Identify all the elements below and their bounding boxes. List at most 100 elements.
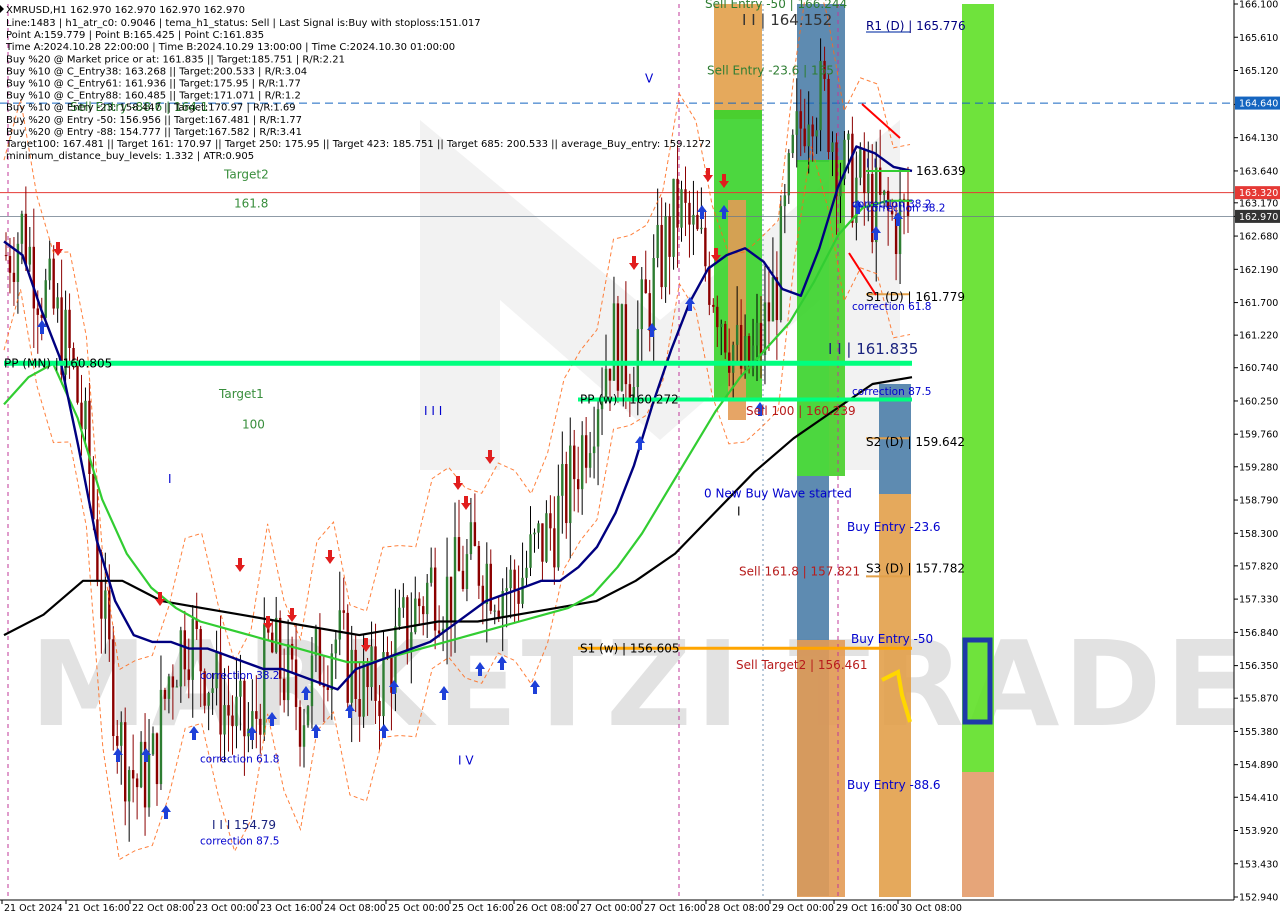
candle-body — [24, 213, 28, 265]
time-tick-label: 26 Oct 08:00 — [516, 903, 578, 914]
time-tick-label: 24 Oct 08:00 — [324, 903, 386, 914]
price-tick-label: 157.820 — [1239, 561, 1278, 572]
candle-body — [346, 612, 349, 703]
candle-body — [787, 153, 791, 196]
candle-body — [120, 722, 123, 746]
candle-body — [588, 453, 592, 468]
candle-body — [362, 663, 365, 717]
candle-body — [402, 597, 405, 608]
info-line-6: Buy %10 @ C_Entry88: 160.485 || Target:1… — [6, 91, 301, 102]
candle-body — [44, 280, 47, 318]
candle-body — [525, 567, 528, 578]
price-tick-label: 162.680 — [1239, 232, 1278, 243]
price-tick-label: 159.280 — [1239, 462, 1278, 473]
price-tick-label: 158.790 — [1239, 496, 1278, 507]
candle-body — [370, 646, 373, 688]
candle-body — [183, 630, 187, 670]
candle-body — [96, 519, 99, 581]
annotation-label: correction 87.5 — [852, 386, 931, 398]
candle-body — [549, 513, 552, 529]
candle-body — [573, 445, 576, 480]
chart-background — [0, 0, 1280, 920]
candle-body — [692, 214, 695, 225]
candle-body — [505, 588, 508, 592]
price-tick-label: 163.170 — [1239, 198, 1278, 209]
price-tick-label: 158.300 — [1239, 529, 1278, 540]
candle-body — [112, 639, 115, 737]
price-tick-label: 159.760 — [1239, 430, 1278, 441]
candle-body — [406, 597, 409, 651]
candle-body — [139, 741, 143, 788]
candle-body — [422, 606, 425, 615]
annotation-label: Sell Entry -50 | 166.244 — [705, 0, 847, 11]
price-tag-label: 163.320 — [1239, 188, 1278, 199]
candle-body — [696, 214, 699, 230]
time-tick-label: 25 Oct 16:00 — [452, 903, 514, 914]
candle-body — [640, 279, 643, 330]
info-line-3: Buy %20 @ Market price or at: 161.835 ||… — [6, 54, 345, 65]
x-zone-orange-5 — [962, 772, 994, 897]
price-tick-label: 153.920 — [1239, 826, 1278, 837]
symbol-header: XMRUSD,H1 162.970 162.970 162.970 162.97… — [6, 5, 245, 16]
time-tick-label: 30 Oct 08:00 — [900, 903, 962, 914]
time-tick-label: 21 Oct 16:00 — [68, 903, 130, 914]
candle-body — [724, 323, 727, 353]
candle-body — [716, 306, 719, 328]
price-tick-label: 156.350 — [1239, 661, 1278, 672]
annotation-label: I V — [458, 754, 474, 768]
price-tick-label: 153.430 — [1239, 859, 1278, 870]
price-tick-label: 154.410 — [1239, 793, 1278, 804]
candle-body — [859, 149, 862, 178]
candle-body — [282, 678, 286, 701]
candle-body — [116, 736, 119, 746]
price-tick-label: 152.940 — [1239, 893, 1278, 904]
candle-body — [791, 134, 794, 154]
candle-body — [338, 610, 341, 640]
candle-body — [20, 213, 24, 244]
chart-canvas[interactable]: MARKETZI TRADE R1 (D) | 165.776163.639S1… — [0, 0, 1280, 920]
candle-body — [251, 711, 254, 729]
price-tick-label: 155.870 — [1239, 694, 1278, 705]
candle-body — [239, 680, 242, 697]
annotation-label: Target1 — [218, 387, 264, 401]
candle-body — [398, 607, 401, 627]
candle-body — [100, 580, 103, 619]
time-tick-label: 21 Oct 2024 — [4, 903, 63, 914]
annotation-label: correction 38.2 — [200, 670, 279, 682]
candle-body — [179, 630, 183, 687]
candle-body — [668, 216, 671, 257]
candle-body — [561, 464, 564, 496]
candle-body — [771, 277, 775, 322]
candle-body — [127, 770, 131, 802]
price-tick-label: 161.220 — [1239, 331, 1278, 342]
candle-body — [231, 715, 234, 727]
candle-body — [235, 696, 238, 727]
candle-body — [759, 322, 763, 355]
candle-body — [418, 598, 421, 607]
candle-body — [584, 435, 588, 468]
annotation-label: Sell 161.8 | 157.821 — [739, 564, 860, 578]
annotation-label: Buy Entry -50 — [851, 632, 933, 646]
info-line-11: minimum_distance_buy_levels: 1.332 | ATR… — [6, 151, 254, 162]
candle-body — [151, 733, 155, 755]
candle-body — [529, 534, 532, 568]
annotation-label: Buy Entry -88.6 — [847, 778, 941, 792]
candle-body — [700, 227, 703, 230]
time-tick-label: 28 Oct 08:00 — [708, 903, 770, 914]
candle-body — [306, 706, 310, 726]
candle-body — [569, 445, 572, 524]
candle-body — [517, 590, 520, 604]
candle-body — [735, 325, 739, 345]
candle-body — [688, 202, 691, 225]
info-line-1: Point A:159.779 | Point B:165.425 | Poin… — [6, 30, 264, 41]
candle-body — [799, 111, 802, 129]
candle-body — [318, 629, 322, 685]
candle-body — [783, 195, 787, 207]
candle-body — [314, 629, 318, 656]
annotation-label: correction 61.8 — [200, 754, 279, 766]
chart-window: MARKETZI TRADE R1 (D) | 165.776 163.639 S1… — [0, 0, 1280, 920]
candle-body — [243, 680, 246, 737]
candle-body — [453, 537, 457, 623]
candle-body — [199, 629, 202, 672]
candle-body — [485, 563, 489, 605]
